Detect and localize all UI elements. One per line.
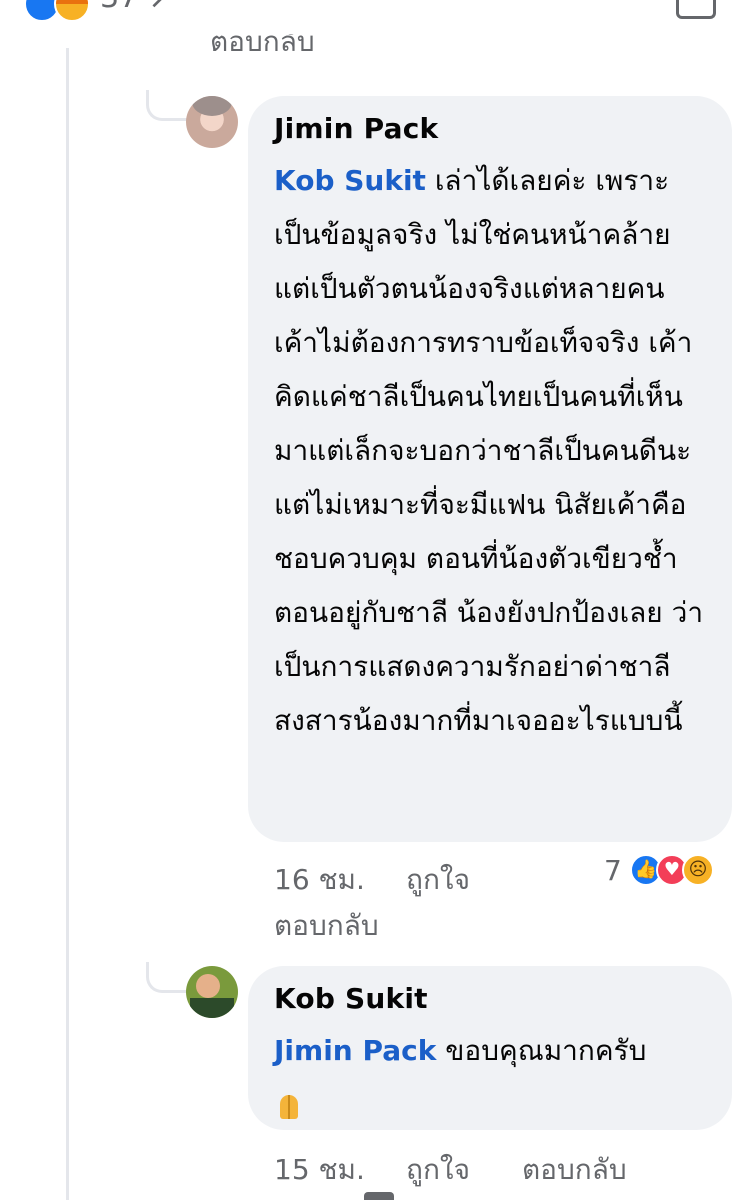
comment-timestamp[interactable]: 16 ชม. — [274, 858, 365, 902]
reply-link-cut[interactable]: ตอบกลับ — [210, 34, 315, 64]
reply-button[interactable]: ตอบกลับ — [274, 904, 379, 948]
avatar[interactable] — [186, 96, 238, 148]
sad-icon: ☹ — [682, 854, 714, 886]
thread-line — [66, 48, 69, 1200]
like-button[interactable]: ถูกใจ — [406, 1148, 470, 1192]
comment-author[interactable]: Kob Sukit — [274, 980, 706, 1018]
reaction-count[interactable]: 37 — [100, 0, 138, 15]
comment-bubble: Kob Sukit Jimin Pack ขอบคุณมากครับ — [248, 966, 732, 1130]
reply-button[interactable]: ตอบกลับ — [522, 1148, 627, 1192]
comment-body: ขอบคุณมากครับ — [436, 1034, 647, 1067]
like-button[interactable]: ถูกใจ — [406, 858, 470, 902]
share-arrow-icon[interactable]: ↗ — [148, 0, 175, 16]
reply-connector — [146, 962, 189, 993]
reply-box-icon[interactable] — [676, 0, 716, 19]
comment-body: เล่าได้เลยค่ะ เพราะเป็นข้อมูลจริง ไม่ใช่… — [274, 164, 704, 737]
angry-reaction-icon — [54, 0, 90, 22]
folded-hands-icon — [274, 1091, 304, 1121]
next-comment-cut — [364, 1192, 394, 1200]
comment-text: Jimin Pack ขอบคุณมากครับ — [274, 1024, 706, 1132]
comment-bubble: Jimin Pack Kob Sukit เล่าได้เลยค่ะ เพราะ… — [248, 96, 732, 842]
mention-link[interactable]: Jimin Pack — [274, 1034, 436, 1067]
comment-timestamp[interactable]: 15 ชม. — [274, 1148, 365, 1192]
mention-link[interactable]: Kob Sukit — [274, 164, 426, 197]
reply-connector — [146, 90, 189, 121]
avatar[interactable] — [186, 966, 238, 1018]
comment-author[interactable]: Jimin Pack — [274, 110, 706, 148]
previous-comment-footer: 37 ↗ — [0, 0, 756, 22]
comment-text: Kob Sukit เล่าได้เลยค่ะ เพราะเป็นข้อมูลจ… — [274, 154, 706, 748]
reaction-count: 7 — [604, 854, 622, 887]
